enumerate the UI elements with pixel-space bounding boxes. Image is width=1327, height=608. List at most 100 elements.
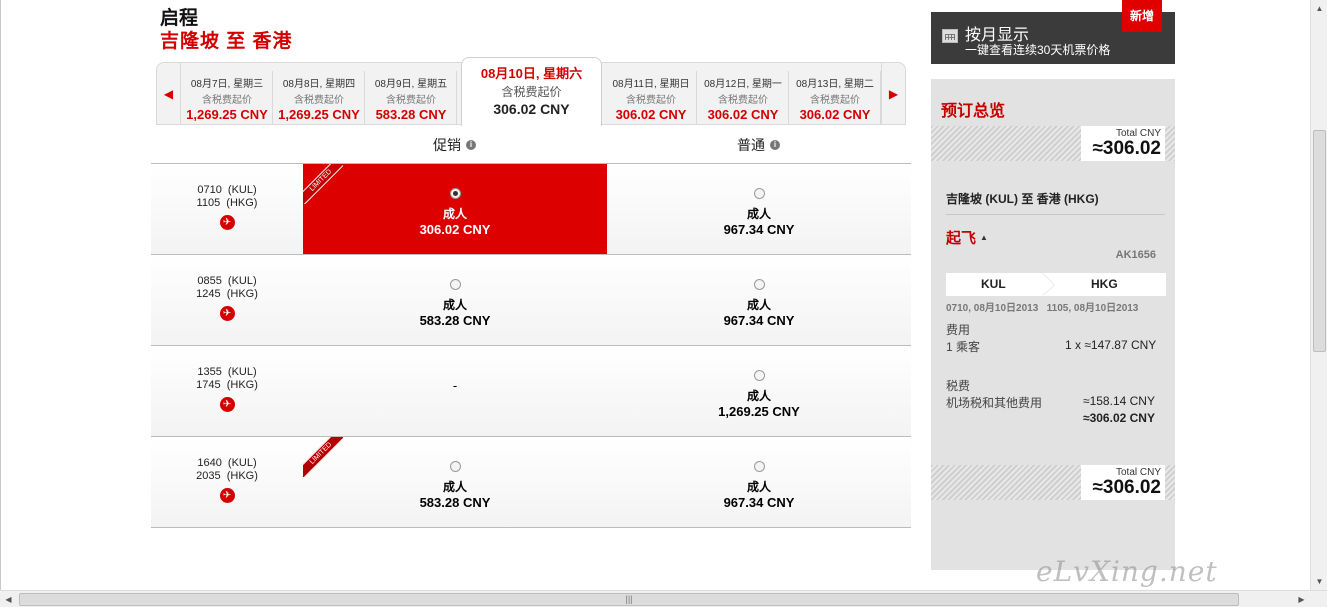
fare-price: 967.34 CNY	[723, 222, 795, 237]
subtotal-value: ≈306.02 CNY	[1083, 411, 1155, 425]
fare-price: 306.02 CNY	[419, 222, 491, 237]
promo-fare-cell[interactable]: LIMITED 成人 306.02 CNY	[303, 164, 607, 254]
fare-radio[interactable]	[753, 370, 765, 381]
date-strip: ◀ 08月7日, 星期三 含税费起价 1,269.25 CNY 08月8日, 星…	[156, 57, 906, 126]
scroll-up-icon[interactable]: ▲	[1311, 0, 1327, 17]
divider	[946, 214, 1165, 215]
normal-fare-cell[interactable]: 成人 967.34 CNY	[607, 255, 911, 345]
tab-subtitle: 含税费起价	[202, 95, 252, 106]
tab-subtitle: 含税费起价	[294, 95, 344, 106]
tab-price: 306.02 CNY	[493, 101, 570, 117]
arrival-time: 1105 (HKG)	[196, 197, 258, 209]
tab-date: 08月11日, 星期日	[612, 79, 690, 90]
route-heading: 吉隆坡 至 香港	[160, 31, 293, 52]
tab-date: 08月8日, 星期四	[282, 79, 356, 90]
fare-radio[interactable]	[449, 279, 461, 290]
next-dates-button[interactable]: ▶	[881, 63, 905, 124]
flight-times: 1640 (KUL) 2035 (HKG) ✈	[151, 457, 303, 503]
plane-icon[interactable]: ✈	[219, 215, 235, 230]
scroll-down-icon[interactable]: ▼	[1311, 573, 1327, 590]
tab-date: 08月13日, 星期二	[796, 79, 874, 90]
segment-bar: KUL HKG	[946, 273, 1166, 296]
plane-icon[interactable]: ✈	[219, 488, 235, 503]
total-band-bottom: Total CNY ≈306.02	[931, 465, 1175, 500]
fare-price: 583.28 CNY	[419, 495, 491, 510]
info-icon[interactable]: i	[770, 140, 780, 150]
promo-fare-cell-unavailable: -	[303, 346, 607, 436]
limited-label: LIMITED	[303, 164, 343, 204]
horizontal-scrollbar[interactable]: ◀ ||| ▶	[0, 590, 1327, 607]
date-tab-0810-selected[interactable]: 08月10日, 星期六 含税费起价 306.02 CNY	[461, 57, 602, 126]
month-view-button[interactable]: 按月显示 一键查看连续30天机票价格 新增	[931, 0, 1175, 64]
vertical-scrollbar[interactable]: ▲ ▼	[1310, 0, 1327, 590]
tab-price: 1,269.25 CNY	[278, 107, 360, 122]
date-tab-0813[interactable]: 08月13日, 星期二 含税费起价 306.02 CNY	[790, 71, 881, 124]
tab-price: 306.02 CNY	[615, 107, 687, 122]
tab-price: 583.28 CNY	[375, 107, 447, 122]
flight-times: 0710 (KUL) 1105 (HKG) ✈	[151, 184, 303, 230]
departure-label: 起飞	[946, 230, 977, 247]
total-band-top: Total CNY ≈306.02	[931, 126, 1175, 161]
date-tab-0807[interactable]: 08月7日, 星期三 含税费起价 1,269.25 CNY	[182, 71, 273, 124]
calendar-icon	[942, 29, 958, 43]
promo-fare-cell[interactable]: LIMITED 成人 583.28 CNY	[303, 437, 607, 527]
plane-icon[interactable]: ✈	[219, 397, 235, 412]
fare-radio[interactable]	[753, 461, 765, 472]
tab-subtitle: 含税费起价	[386, 95, 436, 106]
normal-fare-cell[interactable]: 成人 967.34 CNY	[607, 164, 911, 254]
segment-times: 0710, 08月10日2013 1105, 08月10日2013	[946, 303, 1139, 314]
tab-date: 08月7日, 星期三	[190, 79, 264, 90]
flight-times: 1355 (KUL) 1745 (HKG) ✈	[151, 366, 303, 412]
normal-fare-cell[interactable]: 成人 967.34 CNY	[607, 437, 911, 527]
airport-tax-label: 机场税和其他费用	[946, 396, 1043, 410]
departure-time: 1355 (KUL)	[197, 366, 257, 378]
plane-icon[interactable]: ✈	[219, 306, 235, 321]
limited-ribbon: LIMITED	[303, 164, 343, 204]
date-tab-0809[interactable]: 08月9日, 星期五 含税费起价 583.28 CNY	[366, 71, 457, 124]
fare-price: 967.34 CNY	[723, 313, 795, 328]
date-tab-0808[interactable]: 08月8日, 星期四 含税费起价 1,269.25 CNY	[274, 71, 365, 124]
date-tab-0812[interactable]: 08月12日, 星期一 含税费起价 306.02 CNY	[698, 71, 789, 124]
arrival-time: 2035 (HKG)	[196, 470, 258, 482]
departure-time: 0710 (KUL)	[197, 184, 257, 196]
left-arrow-icon: ◀	[163, 86, 174, 101]
flight-row: 1640 (KUL) 2035 (HKG) ✈ LIMITED 成人 583.2…	[151, 437, 911, 528]
departure-toggle[interactable]: 起飞 ▲	[946, 227, 988, 248]
tab-subtitle: 含税费起价	[626, 95, 676, 106]
month-view-subtitle: 一键查看连续30天机票价格	[965, 43, 1111, 57]
total-value: ≈306.02	[1092, 138, 1161, 159]
fare-price: 1,269.25 CNY	[718, 404, 800, 419]
right-arrow-icon: ▶	[888, 86, 899, 101]
tab-subtitle: 含税费起价	[501, 85, 562, 99]
normal-fare-cell[interactable]: 成人 1,269.25 CNY	[607, 346, 911, 436]
fare-radio[interactable]	[449, 461, 461, 472]
limited-ribbon: LIMITED	[303, 437, 343, 477]
horizontal-scroll-thumb[interactable]: |||	[19, 593, 1239, 606]
summary-title: 预订总览	[941, 103, 1006, 120]
booking-summary: 预订总览 Total CNY ≈306.02 吉隆坡 (KUL) 至 香港 (H…	[931, 79, 1175, 570]
tab-price: 306.02 CNY	[799, 107, 871, 122]
scroll-right-icon[interactable]: ▶	[1293, 591, 1310, 608]
tab-date: 08月10日, 星期六	[480, 66, 583, 81]
promo-fare-cell[interactable]: 成人 583.28 CNY	[303, 255, 607, 345]
fare-radio[interactable]	[753, 188, 765, 199]
fare-radio[interactable]	[753, 279, 765, 290]
tab-date: 08月12日, 星期一	[704, 79, 782, 90]
flight-times: 0855 (KUL) 1245 (HKG) ✈	[151, 275, 303, 321]
tab-price: 306.02 CNY	[707, 107, 779, 122]
passenger-type: 成人	[442, 298, 467, 312]
origin-code: KUL	[981, 277, 1006, 291]
tax-label: 税费	[946, 379, 971, 393]
fare-price: 967.34 CNY	[723, 495, 795, 510]
passenger-type: 成人	[746, 389, 771, 403]
tab-subtitle: 含税费起价	[810, 95, 860, 106]
date-tab-0811[interactable]: 08月11日, 星期日 含税费起价 306.02 CNY	[606, 71, 697, 124]
scroll-left-icon[interactable]: ◀	[0, 591, 17, 608]
segment-chevron-inner	[1042, 273, 1054, 296]
prev-dates-button[interactable]: ◀	[157, 63, 181, 124]
info-icon[interactable]: i	[466, 140, 476, 150]
passenger-type: 成人	[442, 207, 467, 221]
vertical-scroll-thumb[interactable]	[1313, 130, 1326, 352]
unavailable-dash: -	[452, 378, 458, 393]
fare-radio[interactable]	[449, 188, 461, 199]
